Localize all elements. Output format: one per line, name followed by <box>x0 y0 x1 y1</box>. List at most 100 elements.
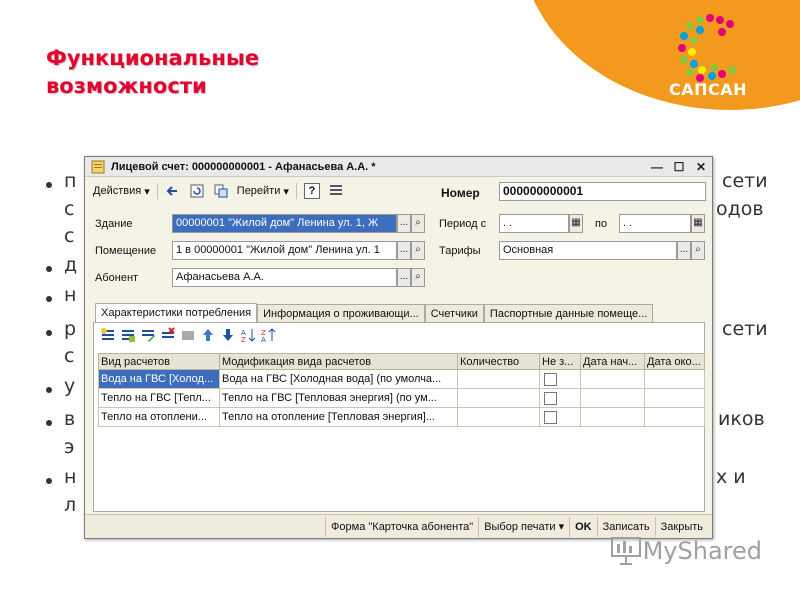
checkbox[interactable] <box>544 410 557 424</box>
table-row[interactable]: Вода на ГВС [Холод... Вода на ГВС [Холод… <box>98 369 705 389</box>
tariff-select-button[interactable]: ... <box>677 241 691 260</box>
table-header-row: Вид расчетов Модификация вида расчетов К… <box>98 353 705 370</box>
document-icon <box>91 160 105 173</box>
bullet-dot <box>46 420 52 426</box>
table-cell[interactable] <box>457 369 540 389</box>
watermark-text: MyShared <box>642 537 762 565</box>
checkbox-cell[interactable] <box>539 388 581 408</box>
table-cell[interactable]: Вода на ГВС [Холодная вода] (по умолча..… <box>219 369 458 389</box>
bullet-text: п <box>64 170 77 192</box>
tab-residents[interactable]: Информация о проживающи... <box>257 304 425 323</box>
form-card-button[interactable]: Форма "Карточка абонента" <box>325 516 478 537</box>
account-window: Лицевой счет: 000000000001 - Афанасьева … <box>84 156 713 539</box>
table-cell[interactable]: Тепло на ГВС [Тепл... <box>98 388 220 408</box>
back-arrow-icon[interactable] <box>161 181 185 201</box>
bullet-text: сети <box>722 170 768 192</box>
column-header[interactable]: Не з... <box>539 353 581 370</box>
table-cell[interactable] <box>644 388 705 408</box>
watermark: MyShared <box>609 536 762 566</box>
room-select-button[interactable]: ... <box>397 241 411 260</box>
svg-text:A: A <box>261 336 266 343</box>
subscriber-label: Абонент <box>95 272 139 284</box>
bullet-text: в <box>64 408 76 430</box>
copy-icon[interactable] <box>209 181 233 201</box>
write-button[interactable]: Записать <box>596 516 655 537</box>
checkbox[interactable] <box>544 391 557 405</box>
actions-menu[interactable]: Действия ▾ <box>89 181 154 201</box>
bullet-dot <box>46 330 52 336</box>
list-icon[interactable] <box>324 181 348 201</box>
number-field[interactable]: 000000000001 <box>499 182 706 201</box>
bullet-text: э <box>64 436 75 458</box>
checkbox[interactable] <box>544 372 557 386</box>
table-cell[interactable] <box>457 407 540 427</box>
select-icon[interactable] <box>180 327 196 343</box>
table-cell[interactable]: Тепло на отоплени... <box>98 407 220 427</box>
building-select-button[interactable]: ... <box>397 214 411 233</box>
subscriber-search-icon[interactable]: ⌕ <box>411 268 425 287</box>
checkbox-cell[interactable] <box>539 407 581 427</box>
table-cell[interactable] <box>644 369 705 389</box>
window-titlebar[interactable]: Лицевой счет: 000000000001 - Афанасьева … <box>85 157 712 177</box>
table-cell[interactable]: Вода на ГВС [Холод... <box>98 369 220 389</box>
bullet-text: с <box>64 345 75 367</box>
ok-button[interactable]: OK <box>569 516 597 537</box>
sort-descending-icon[interactable]: ZA <box>260 327 276 343</box>
sort-ascending-icon[interactable]: AZ <box>240 327 256 343</box>
calendar-icon[interactable]: ▦ <box>569 214 583 233</box>
table-cell[interactable]: Тепло на отопление [Тепловая энергия]... <box>219 407 458 427</box>
table-cell[interactable] <box>580 369 645 389</box>
move-down-icon[interactable] <box>220 327 236 343</box>
maximize-button[interactable]: ☐ <box>668 158 690 176</box>
close-window-button[interactable]: ✕ <box>690 158 712 176</box>
tariff-search-icon[interactable]: ⌕ <box>691 241 705 260</box>
room-field[interactable]: 1 в 00000001 "Жилой дом" Ленина ул. 1 <box>172 241 397 260</box>
bullet-text: у <box>64 375 76 397</box>
building-field[interactable]: 00000001 "Жилой дом" Ленина ул. 1, Ж <box>172 214 397 233</box>
building-search-icon[interactable]: ⌕ <box>411 214 425 233</box>
tab-passport[interactable]: Паспортные данные помеще... <box>483 304 654 323</box>
close-button[interactable]: Закрыть <box>654 516 708 537</box>
bullet-text: сети <box>722 318 768 340</box>
tariff-label: Тарифы <box>439 245 481 257</box>
subscriber-field[interactable]: Афанасьева А.А. <box>172 268 397 287</box>
table-row[interactable]: Тепло на ГВС [Тепл... Тепло на ГВС [Тепл… <box>98 388 705 408</box>
delete-row-icon[interactable] <box>160 327 176 343</box>
table-cell[interactable] <box>580 407 645 427</box>
tab-meters[interactable]: Счетчики <box>424 304 484 323</box>
print-choice-menu[interactable]: Выбор печати ▾ <box>478 516 569 537</box>
table-cell[interactable] <box>644 407 705 427</box>
bullet-text: х и <box>716 466 746 488</box>
checkbox-cell[interactable] <box>539 369 581 389</box>
period-from-field[interactable]: . . <box>499 214 569 233</box>
table-cell[interactable] <box>457 388 540 408</box>
calendar-icon[interactable]: ▦ <box>691 214 705 233</box>
period-from-label: Период с <box>439 218 487 230</box>
period-to-field[interactable]: . . <box>619 214 691 233</box>
tab-consumption[interactable]: Характеристики потребления <box>95 303 258 323</box>
refresh-icon[interactable] <box>185 181 209 201</box>
column-header[interactable]: Дата око... <box>644 353 705 370</box>
table-cell[interactable]: Тепло на ГВС [Тепловая энергия] (по ум..… <box>219 388 458 408</box>
presentation-icon <box>610 537 641 565</box>
table-row[interactable]: Тепло на отоплени... Тепло на отопление … <box>98 407 705 427</box>
subscriber-select-button[interactable]: ... <box>397 268 411 287</box>
column-header[interactable]: Дата нач... <box>580 353 645 370</box>
add-row-icon[interactable] <box>100 327 116 343</box>
tariff-field[interactable]: Основная <box>499 241 677 260</box>
minimize-button[interactable]: — <box>646 158 668 176</box>
slide-title: Функциональные возможности <box>46 46 260 98</box>
goto-menu[interactable]: Перейти ▾ <box>233 181 293 201</box>
actions-label: Действия <box>93 185 142 197</box>
bullet-text: н <box>64 466 77 488</box>
room-search-icon[interactable]: ⌕ <box>411 241 425 260</box>
copy-row-icon[interactable] <box>120 327 136 343</box>
column-header[interactable]: Модификация вида расчетов <box>219 353 458 370</box>
column-header[interactable]: Вид расчетов <box>98 353 220 370</box>
edit-row-icon[interactable] <box>140 327 156 343</box>
move-up-icon[interactable] <box>200 327 216 343</box>
help-button[interactable]: ? <box>300 181 324 201</box>
bullet-text: д <box>64 254 78 276</box>
table-cell[interactable] <box>580 388 645 408</box>
column-header[interactable]: Количество <box>457 353 540 370</box>
